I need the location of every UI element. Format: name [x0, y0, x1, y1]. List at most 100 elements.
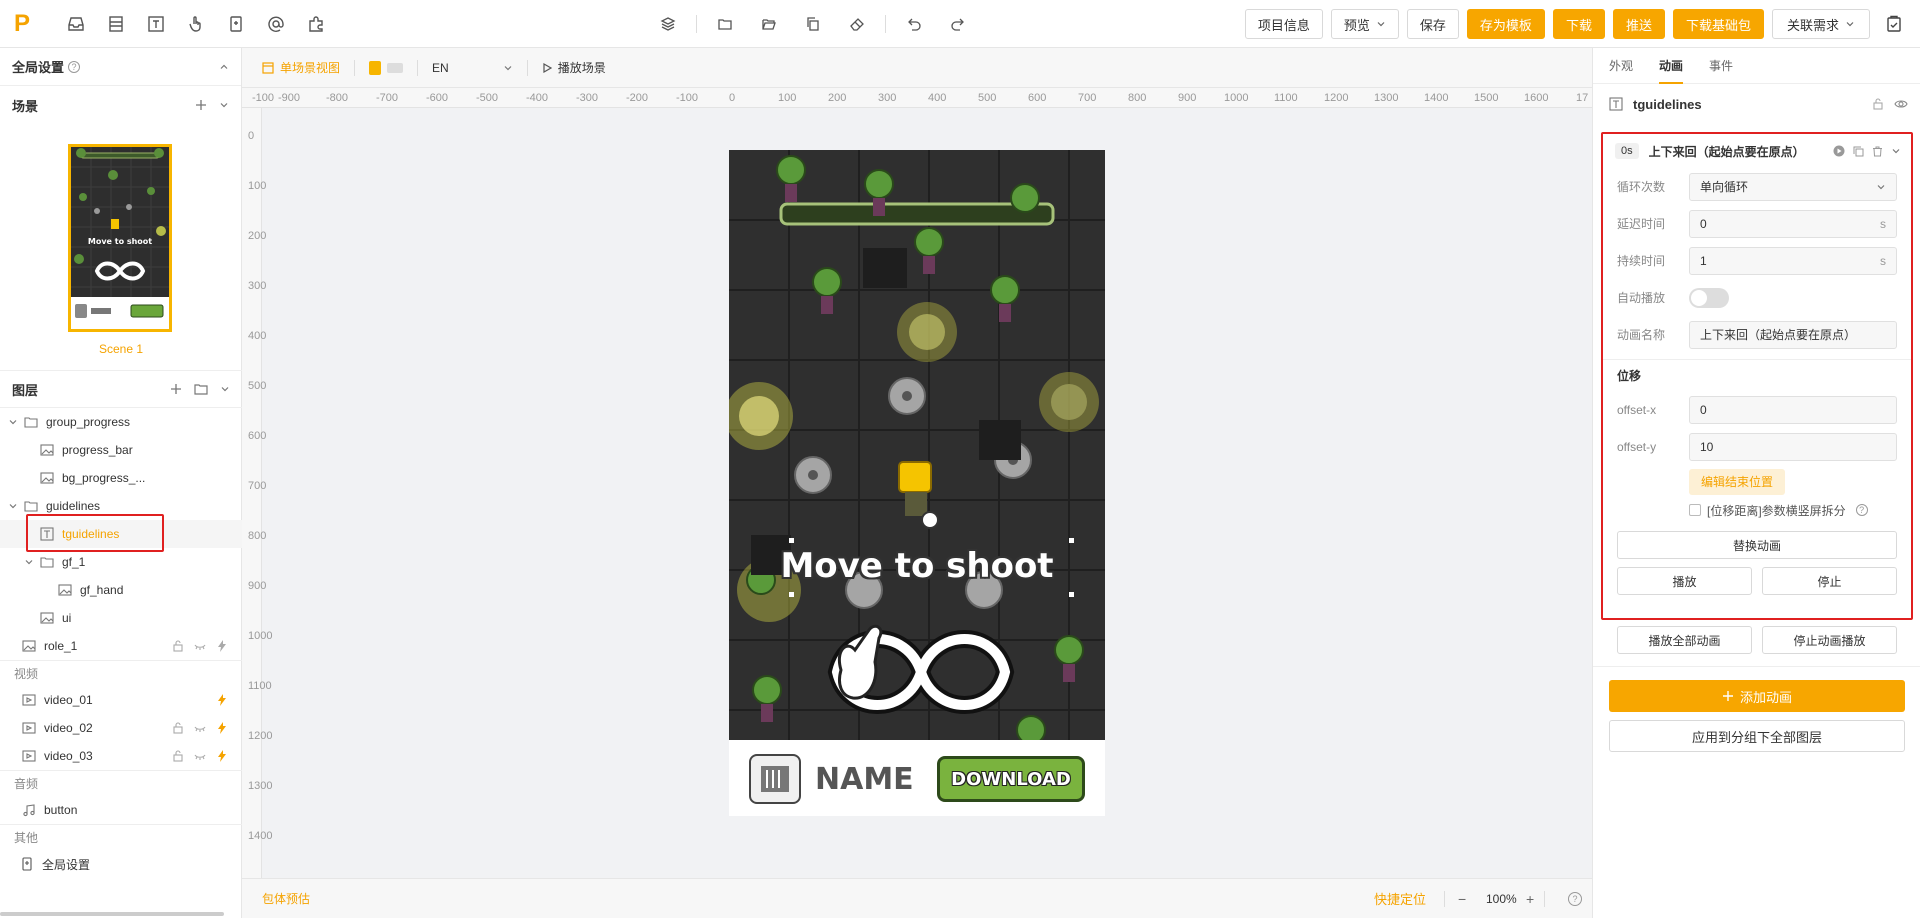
- lock-icon[interactable]: [172, 722, 184, 734]
- plus-icon[interactable]: [195, 99, 207, 111]
- lock-icon[interactable]: [1872, 98, 1884, 110]
- landscape-swatch[interactable]: [387, 62, 404, 73]
- layer-gf-1[interactable]: gf_1: [0, 548, 242, 576]
- copy-icon[interactable]: [1853, 146, 1864, 157]
- apply-to-group-button[interactable]: 应用到分组下全部图层: [1609, 720, 1905, 752]
- loop-count-select[interactable]: 单向循环: [1689, 172, 1897, 201]
- video-item[interactable]: video_01: [0, 686, 242, 714]
- layer-ui[interactable]: ui: [0, 604, 242, 632]
- stop-button[interactable]: 停止: [1762, 567, 1897, 595]
- chevron-down-icon[interactable]: [24, 557, 34, 567]
- language-select[interactable]: EN: [432, 61, 513, 75]
- preview-dropdown[interactable]: 预览: [1330, 9, 1399, 39]
- folder-open-icon[interactable]: [753, 8, 785, 40]
- plugin-icon[interactable]: [300, 8, 332, 40]
- related-requirements-dropdown[interactable]: 关联需求: [1771, 9, 1870, 39]
- trash-icon[interactable]: [1872, 146, 1883, 157]
- download-base-button[interactable]: 下载基础包: [1672, 9, 1764, 39]
- delay-input[interactable]: 0 s: [1689, 209, 1897, 238]
- eraser-icon[interactable]: [841, 8, 873, 40]
- zoom-out-button[interactable]: −: [1458, 891, 1466, 907]
- chevron-down-icon[interactable]: [220, 384, 230, 394]
- layer-bg-progress[interactable]: bg_progress_...: [0, 464, 242, 492]
- chevron-down-icon[interactable]: [8, 417, 18, 427]
- help-icon[interactable]: ?: [68, 60, 81, 73]
- package-estimate-link[interactable]: 包体预估: [262, 890, 310, 907]
- animation-card-header[interactable]: 0s 上下来回（起始点要在原点）: [1603, 134, 1911, 168]
- layer-gf-hand[interactable]: gf_hand: [0, 576, 242, 604]
- layout-icon[interactable]: [100, 8, 132, 40]
- folder-icon[interactable]: [709, 8, 741, 40]
- chevron-up-icon[interactable]: [219, 62, 229, 72]
- save-button[interactable]: 保存: [1406, 9, 1459, 39]
- plus-icon[interactable]: [170, 383, 182, 395]
- lock-icon[interactable]: [172, 750, 184, 762]
- game-stage[interactable]: Move to shoot NAME DOWNLOAD: [729, 150, 1105, 816]
- eye-off-icon[interactable]: [194, 722, 206, 734]
- global-settings-header[interactable]: 全局设置 ?: [0, 48, 241, 86]
- layer-role-1[interactable]: role_1: [0, 632, 242, 660]
- eye-icon[interactable]: [1894, 98, 1908, 110]
- layer-group-progress[interactable]: group_progress: [0, 408, 242, 436]
- headline-text[interactable]: Move to shoot: [729, 546, 1105, 586]
- hand-tool-icon[interactable]: [180, 8, 212, 40]
- play-all-button[interactable]: 播放全部动画: [1617, 626, 1752, 654]
- video-item[interactable]: video_02: [0, 714, 242, 742]
- tab-events[interactable]: 事件: [1709, 48, 1745, 84]
- tab-animation[interactable]: 动画: [1659, 48, 1695, 84]
- layers-icon[interactable]: [652, 8, 684, 40]
- replace-animation-button[interactable]: 替换动画: [1617, 531, 1897, 559]
- bolt-icon[interactable]: [216, 694, 228, 706]
- scene-name[interactable]: Scene 1: [0, 342, 242, 356]
- checklist-icon[interactable]: [1878, 8, 1910, 40]
- quick-locate-link[interactable]: 快捷定位: [1374, 889, 1426, 908]
- save-template-button[interactable]: 存为模板: [1466, 9, 1545, 39]
- project-info-button[interactable]: 项目信息: [1244, 9, 1323, 39]
- bolt-icon[interactable]: [216, 640, 228, 652]
- edit-end-position-button[interactable]: 编辑结束位置: [1689, 469, 1786, 495]
- eye-off-icon[interactable]: [194, 640, 206, 652]
- text-tool-icon[interactable]: [140, 8, 172, 40]
- at-icon[interactable]: [260, 8, 292, 40]
- download-cta-button[interactable]: DOWNLOAD: [937, 756, 1085, 802]
- stop-all-button[interactable]: 停止动画播放: [1762, 626, 1897, 654]
- lock-icon[interactable]: [172, 640, 184, 652]
- chevron-down-icon[interactable]: [1891, 146, 1901, 156]
- eye-off-icon[interactable]: [194, 750, 206, 762]
- play-circle-icon[interactable]: [1833, 145, 1845, 157]
- help-icon[interactable]: ?: [1568, 891, 1582, 906]
- push-button[interactable]: 推送: [1612, 9, 1665, 39]
- split-orientation-checkbox[interactable]: [1689, 504, 1701, 516]
- device-icon[interactable]: [220, 8, 252, 40]
- autoplay-toggle[interactable]: [1689, 287, 1729, 308]
- portrait-swatch[interactable]: [369, 60, 382, 75]
- horizontal-scrollbar[interactable]: [0, 912, 224, 916]
- redo-icon[interactable]: [942, 8, 974, 40]
- folder-icon[interactable]: [194, 383, 208, 395]
- video-item[interactable]: video_03: [0, 742, 242, 770]
- play-button[interactable]: 播放: [1617, 567, 1752, 595]
- tab-appearance[interactable]: 外观: [1609, 48, 1645, 84]
- bolt-icon[interactable]: [216, 750, 228, 762]
- copy-icon[interactable]: [797, 8, 829, 40]
- offset-x-input[interactable]: 0: [1689, 395, 1897, 424]
- download-button[interactable]: 下载: [1552, 9, 1605, 39]
- scene-thumbnail[interactable]: Move to shoot: [68, 144, 172, 332]
- play-scene-button[interactable]: 播放场景: [542, 59, 606, 76]
- single-scene-view-toggle[interactable]: 单场景视图: [262, 59, 340, 76]
- chevron-down-icon[interactable]: [8, 501, 18, 511]
- undo-icon[interactable]: [898, 8, 930, 40]
- zoom-in-button[interactable]: +: [1526, 891, 1534, 907]
- chevron-down-icon[interactable]: [219, 100, 229, 110]
- layer-progress-bar[interactable]: progress_bar: [0, 436, 242, 464]
- inbox-icon[interactable]: [60, 8, 92, 40]
- bolt-icon[interactable]: [216, 722, 228, 734]
- other-item[interactable]: 全局设置: [0, 850, 242, 878]
- help-icon[interactable]: ?: [1855, 504, 1868, 516]
- animation-name-input[interactable]: 上下来回（起始点要在原点）: [1689, 320, 1897, 349]
- offset-y-input[interactable]: 10: [1689, 432, 1897, 461]
- duration-input[interactable]: 1 s: [1689, 246, 1897, 275]
- layer-tguidelines-selected[interactable]: tguidelines: [0, 514, 242, 552]
- add-animation-button[interactable]: 添加动画: [1609, 680, 1905, 712]
- audio-item[interactable]: button: [0, 796, 242, 824]
